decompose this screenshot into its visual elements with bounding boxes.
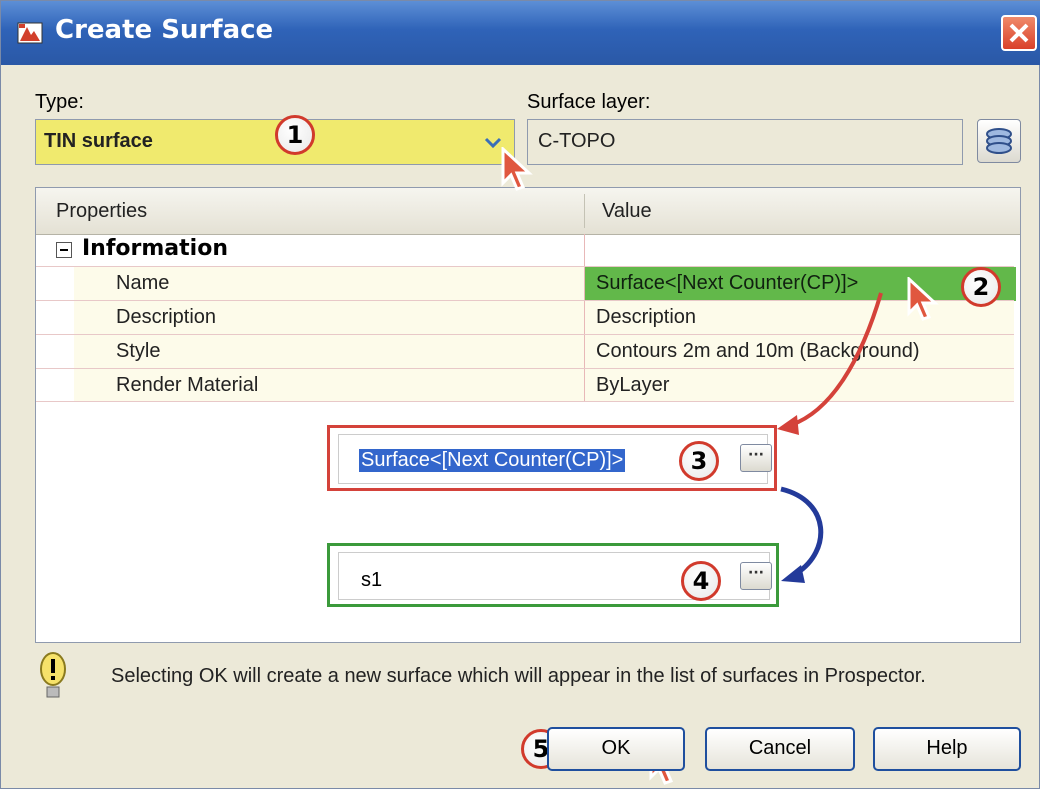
row-divider [584, 335, 585, 368]
mouse-pointer-icon [907, 277, 939, 321]
row-indent [36, 301, 74, 334]
row-divider [584, 369, 585, 401]
surface-layer-field: C-TOPO [527, 119, 963, 165]
exclamation-bulb-icon [40, 652, 66, 698]
step-badge-4: 4 [681, 561, 721, 601]
column-header-properties[interactable]: Properties [56, 200, 147, 223]
property-name: Name [116, 272, 170, 294]
cancel-button[interactable]: Cancel [705, 727, 855, 771]
row-indent [36, 369, 74, 401]
type-label: Type: [35, 91, 84, 113]
surface-layer-label: Surface layer: [527, 91, 651, 113]
column-header-value[interactable]: Value [602, 200, 652, 223]
column-divider[interactable] [584, 194, 585, 228]
row-divider [584, 301, 585, 334]
step-badge-2: 2 [961, 267, 1001, 307]
property-name: Render Material [116, 374, 259, 396]
grid-header: Properties Value [36, 188, 1020, 235]
help-button[interactable]: Help [873, 727, 1021, 771]
row-indent [36, 335, 74, 368]
mouse-pointer-icon [501, 147, 533, 191]
property-value[interactable]: Description [596, 306, 696, 329]
civil-app-icon [17, 21, 43, 45]
collapse-minus-icon[interactable] [56, 242, 72, 258]
step-badge-3: 3 [679, 441, 719, 481]
type-dropdown[interactable]: TIN surface [35, 119, 515, 165]
close-button[interactable] [1001, 15, 1037, 51]
surface-layer-value: C-TOPO [538, 130, 616, 152]
title-bar[interactable]: Create Surface [1, 1, 1040, 65]
property-row-description[interactable]: Description Description [36, 300, 1014, 334]
group-row-information[interactable]: Information [36, 234, 1014, 266]
ok-button[interactable]: OK [547, 727, 685, 771]
property-row-render-material[interactable]: Render Material ByLayer [36, 368, 1014, 402]
row-indent [36, 267, 74, 300]
dialog-title: Create Surface [55, 15, 274, 45]
row-divider [584, 234, 585, 266]
row-divider [584, 267, 585, 300]
property-value[interactable]: Contours 2m and 10m (Background) [596, 340, 920, 363]
property-value[interactable]: Surface<[Next Counter(CP)]> [596, 272, 858, 295]
selected-text[interactable]: Surface<[Next Counter(CP)]> [359, 449, 626, 472]
property-row-style[interactable]: Style Contours 2m and 10m (Background) [36, 334, 1014, 368]
property-value[interactable]: ByLayer [596, 374, 669, 397]
info-message: Selecting OK will create a new surface w… [111, 665, 926, 687]
ellipsis-button[interactable]: ··· [740, 562, 772, 590]
property-name: Style [116, 340, 161, 362]
layer-select-button[interactable] [977, 119, 1021, 163]
group-title: Information [82, 236, 228, 261]
name-value[interactable]: s1 [361, 569, 382, 592]
step-badge-1: 1 [275, 115, 315, 155]
layer-stack-icon [986, 128, 1012, 154]
ellipsis-button[interactable]: ··· [740, 444, 772, 472]
property-name: Description [116, 306, 217, 328]
close-icon [1009, 23, 1029, 43]
type-value: TIN surface [44, 130, 153, 152]
create-surface-dialog: Create Surface Type: TIN surface Surface… [0, 0, 1040, 789]
property-row-name[interactable]: Name Surface<[Next Counter(CP)]> [36, 266, 1016, 301]
